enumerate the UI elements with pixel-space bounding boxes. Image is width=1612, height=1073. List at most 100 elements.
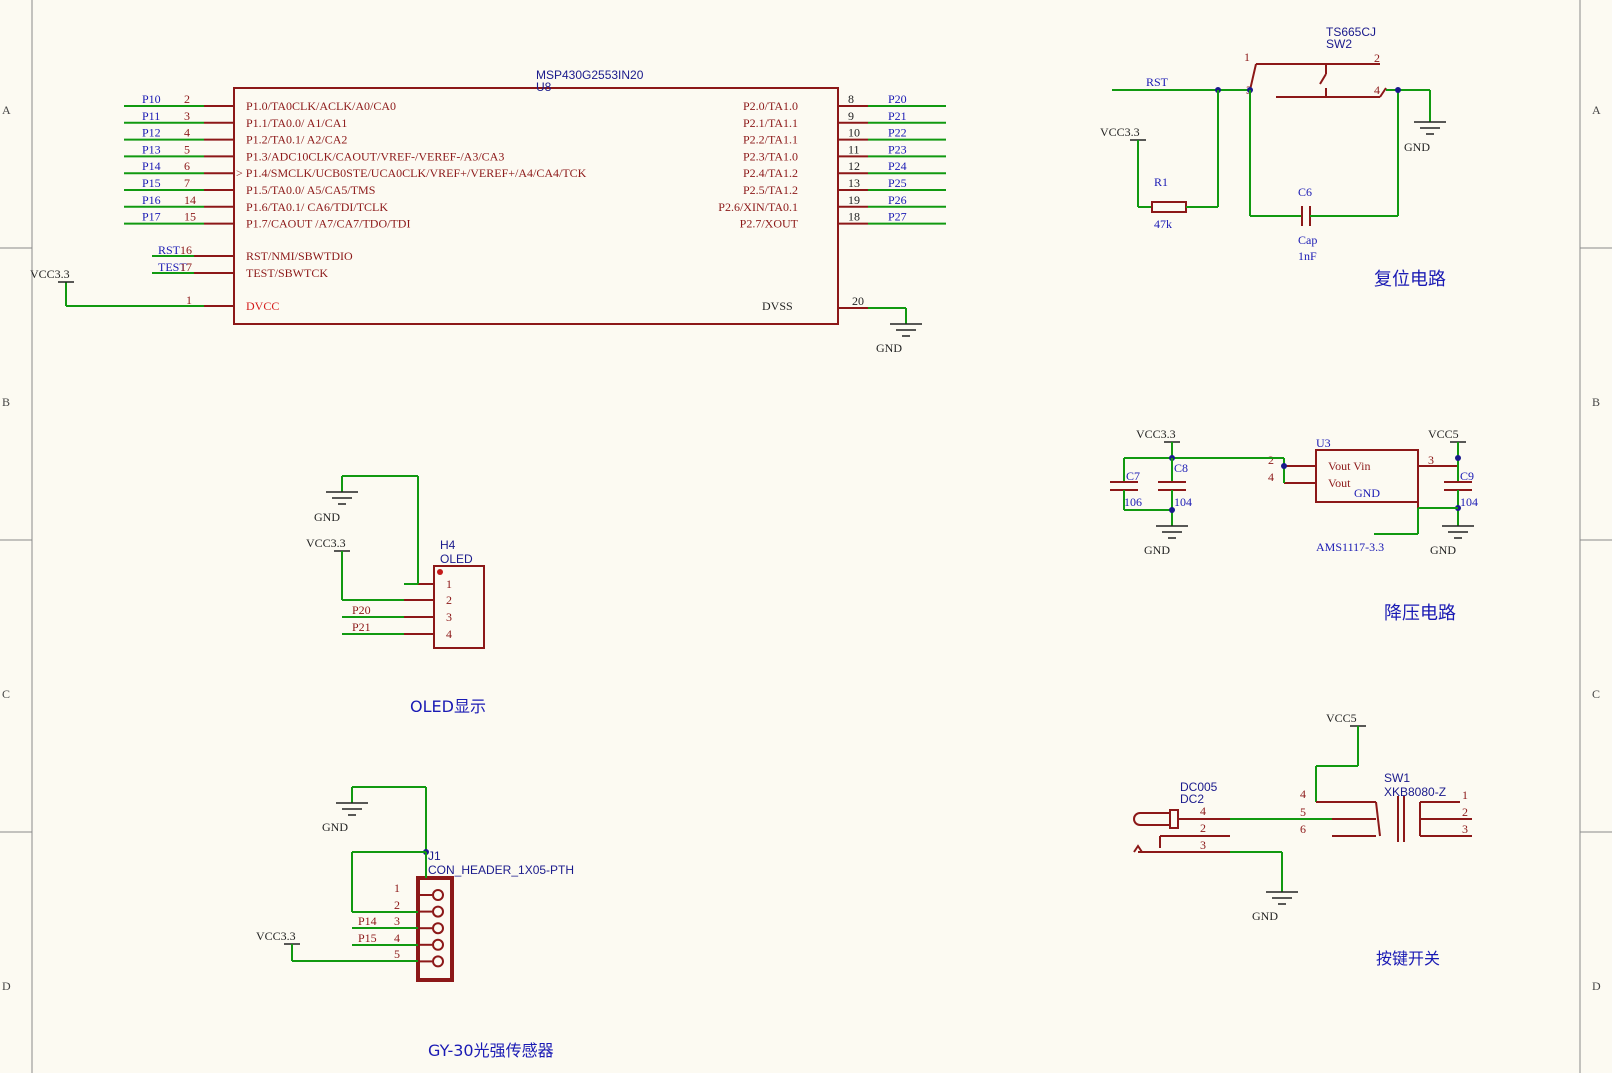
pin-num-p16: 14	[184, 193, 196, 207]
pin-num-p20: 8	[848, 92, 854, 106]
pin-num-p15: 7	[184, 176, 190, 190]
pin-label-p15: P1.5/TA0.0/ A5/CA5/TMS	[246, 183, 375, 197]
net-label-p13: P13	[142, 142, 161, 156]
regulator-circuit-title: 降压电路	[1384, 603, 1456, 624]
reset-circuit[interactable]: TS665CJ SW2 1 2 3 4 RST VCC3.3 R1 47k	[1100, 25, 1446, 290]
pin-label-p27: P2.7/XOUT	[740, 217, 799, 231]
mcu-left-pins: P10 2 P1.0/TA0CLK/ACLK/A0/CA0 P11 3 P1.1/TA0.…	[124, 92, 587, 231]
pin-label-p16: P1.6/TA0.1/ CA6/TDI/TCLK	[246, 200, 388, 214]
power-vcc-label: VCC5	[1326, 711, 1357, 725]
pin-num-p25: 13	[848, 176, 860, 190]
pin-label-p14: > P1.4/SMCLK/UCB0STE/UCA0CLK/VREF+/VEREF…	[236, 166, 587, 180]
gy30-title: GY-30光强传感器	[428, 1041, 554, 1060]
gnd-symbol-gy30	[336, 802, 368, 816]
switch-pin-5: 5	[1300, 805, 1306, 819]
net-label-p23: P23	[888, 142, 907, 156]
pin-label-p10: P1.0/TA0CLK/ACLK/A0/CA0	[246, 99, 396, 113]
pin-label-dvss: DVSS	[762, 299, 793, 313]
switch-ref: SW1	[1384, 771, 1410, 785]
pin-label-dvcc: DVCC	[246, 299, 279, 313]
regulator-gnd-out-label: GND	[1430, 543, 1456, 557]
zone-marker-left-b: B	[2, 395, 10, 409]
mcu-vcc-label: VCC3.3	[30, 267, 70, 281]
pin-label-p26: P2.6/XIN/TA0.1	[718, 200, 798, 214]
schematic-canvas: A B C D A B C D MSP430G2553IN20 U8 P10 2 P…	[0, 0, 1612, 1073]
pin-num-p13: 5	[184, 142, 190, 156]
switch-pin-6: 6	[1300, 822, 1306, 836]
net-label-p14: P14	[142, 159, 161, 173]
gnd-symbol-reset	[1414, 121, 1446, 135]
oled-connector[interactable]: H4 OLED 1 2 3 4 GND VCC3.3 P20 P21 OLED显…	[306, 475, 486, 716]
regulator-pin-4: 4	[1268, 470, 1274, 484]
gy30-connector[interactable]: J1 CON_HEADER_1X05-PTH 1 2 3 4 5 GND P14…	[256, 786, 574, 1060]
net-label-p17: P17	[142, 210, 161, 224]
gy30-gnd-label: GND	[322, 820, 348, 834]
zone-marker-right-a: A	[1592, 103, 1601, 117]
reset-cap-value: 1nF	[1298, 249, 1317, 263]
switch-pin-2: 2	[1462, 805, 1468, 819]
pin-label-p11: P1.1/TA0.0/ A1/CA1	[246, 116, 347, 130]
pin-num-p17: 15	[184, 210, 196, 224]
zone-marker-left-d: D	[2, 979, 11, 993]
reset-resistor-value: 47k	[1154, 217, 1172, 231]
regulator-c9-value: 104	[1460, 495, 1478, 509]
gy30-pin-3: 3	[394, 914, 400, 928]
oled-net-p20: P20	[352, 603, 371, 617]
oled-ref: H4	[440, 538, 456, 552]
oled-net-p21: P21	[352, 620, 371, 634]
oled-name: OLED	[440, 552, 473, 566]
regulator-part: AMS1117-3.3	[1316, 540, 1384, 554]
gy30-vcc-label: VCC3.3	[256, 929, 296, 943]
pin-label-p25: P2.5/TA1.2	[743, 183, 798, 197]
reset-cap-part: Cap	[1298, 233, 1317, 247]
regulator-vcc-in-label: VCC3.3	[1136, 427, 1176, 441]
reset-vcc-label: VCC3.3	[1100, 125, 1140, 139]
sheet-frame: A B C D A B C D	[0, 0, 1612, 1073]
gy30-pin-hole	[432, 955, 444, 968]
pin-num-p22: 10	[848, 126, 860, 140]
switch-pin-3: 3	[1462, 822, 1468, 836]
regulator-pin-3: 3	[1428, 453, 1434, 467]
net-label-p10: P10	[142, 92, 161, 106]
net-label-p25: P25	[888, 176, 907, 190]
pin-label-p17: P1.7/CAOUT /A7/CA7/TDO/TDI	[246, 217, 410, 231]
reset-cap-ref: C6	[1298, 185, 1312, 199]
pin-label-test: TEST/SBWTCK	[246, 266, 328, 280]
oled-title: OLED显示	[410, 697, 486, 716]
pin-label-p23: P2.3/TA1.0	[743, 149, 798, 163]
switch-pin-1: 1	[1462, 788, 1468, 802]
pin-label-p22: P2.2/TA1.1	[743, 133, 798, 147]
gnd-symbol-mcu	[890, 323, 922, 337]
gnd-symbol-regulator-in	[1156, 525, 1188, 539]
oled-vcc-label: VCC3.3	[306, 536, 346, 550]
switch-part: XKB8080-Z	[1384, 785, 1446, 799]
pin-num-p24: 12	[848, 159, 860, 173]
pin-label-p24: P2.4/TA1.2	[743, 166, 798, 180]
net-label-p12: P12	[142, 126, 161, 140]
net-label-p11: P11	[142, 109, 160, 123]
dc-pin-2: 2	[1200, 821, 1206, 835]
power-switch-title: 按键开关	[1376, 949, 1440, 968]
gnd-symbol-power	[1266, 891, 1298, 905]
regulator-c7-ref: C7	[1126, 469, 1140, 483]
regulator-pin-gnd: GND	[1354, 486, 1380, 500]
gy30-net-p15: P15	[358, 931, 377, 945]
reset-gnd-label: GND	[1404, 140, 1430, 154]
regulator-circuit[interactable]: U3 Vout Vin Vout GND AMS1117-3.3 2 4 3 V…	[1110, 427, 1478, 624]
switch-pin-4: 4	[1300, 787, 1306, 801]
pin-label-p20: P2.0/TA1.0	[743, 99, 798, 113]
pin-num-p10: 2	[184, 92, 190, 106]
dc-pin-4: 4	[1200, 804, 1206, 818]
mcu-u8[interactable]: MSP430G2553IN20 U8 P10 2 P1.0/TA0CLK/ACLK/…	[30, 68, 946, 355]
net-label-p24: P24	[888, 159, 907, 173]
pin-num-rst: 16	[180, 243, 192, 257]
regulator-pin-vout-vin: Vout Vin	[1328, 459, 1371, 473]
regulator-ref: U3	[1316, 436, 1331, 450]
mcu-gnd-label: GND	[876, 341, 902, 355]
oled-body	[433, 565, 485, 649]
schematic-sheet: A B C D A B C D MSP430G2553IN20 U8 P10 2 P…	[0, 0, 1612, 1073]
pin-num-p14: 6	[184, 159, 190, 173]
gy30-pin-hole	[432, 905, 444, 918]
power-switch-circuit[interactable]: DC005 DC2 SW1 XKB8080-Z 4 2 3 GND VCC5 4…	[1133, 711, 1472, 968]
pin-num-dvss: 20	[852, 294, 864, 308]
